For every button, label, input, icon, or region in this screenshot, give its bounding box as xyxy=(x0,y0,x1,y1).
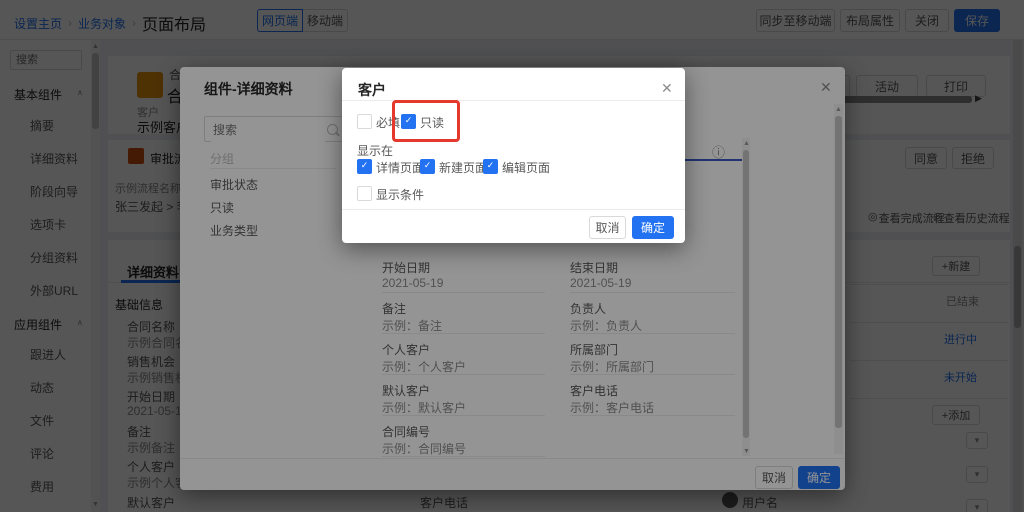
detail-page-checkbox[interactable]: ✓ xyxy=(357,159,372,174)
app-window: 设置主页 › 业务对象 › 页面布局 网页端 移动端 同步至移动端 布局属性 关… xyxy=(0,0,1024,512)
field-ok-button[interactable]: 确定 xyxy=(632,216,674,239)
close-icon[interactable]: ✕ xyxy=(661,80,673,97)
display-condition-checkbox[interactable] xyxy=(357,186,372,201)
required-checkbox[interactable] xyxy=(357,114,372,129)
field-modal-footer-divider xyxy=(342,209,685,210)
display-in-label: 显示在 xyxy=(357,142,393,159)
detail-page-label: 详情页面 xyxy=(376,159,424,176)
display-condition-label: 显示条件 xyxy=(376,186,424,203)
new-page-checkbox[interactable]: ✓ xyxy=(420,159,435,174)
edit-page-label: 编辑页面 xyxy=(502,159,550,176)
field-cancel-button[interactable]: 取消 xyxy=(589,216,626,239)
annotation-red-box xyxy=(392,100,460,142)
new-page-label: 新建页面 xyxy=(439,159,487,176)
edit-page-checkbox[interactable]: ✓ xyxy=(483,159,498,174)
field-modal-title: 客户 xyxy=(358,80,386,100)
